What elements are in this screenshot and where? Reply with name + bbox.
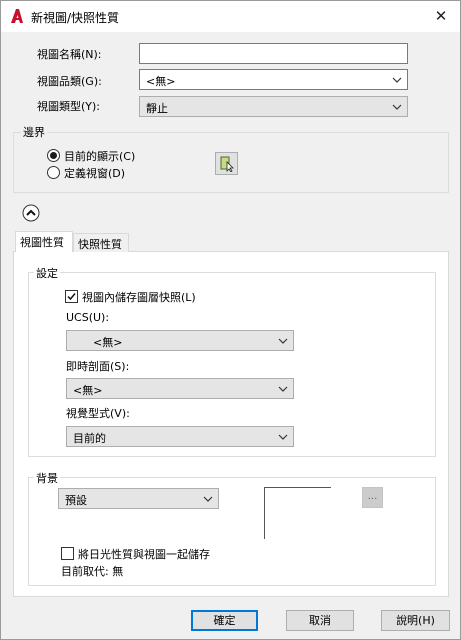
tab-snapshot-properties-label: 快照性質 [78,238,122,251]
checkmark-icon [67,293,76,301]
autocad-app-icon [11,9,23,23]
define-window-radio[interactable] [47,166,60,179]
save-layer-snapshot-checkbox[interactable] [65,290,78,303]
background-value: 預設 [65,494,87,507]
tab-snapshot-properties[interactable]: 快照性質 [73,233,129,252]
close-icon[interactable]: ✕ [428,5,454,27]
ucs-label: UCS(U): [66,311,110,324]
chevron-down-icon [278,338,288,344]
ucs-value: <無> [93,336,123,349]
view-name-label: 視圖名稱(N): [37,48,102,61]
chevron-down-icon [203,496,213,502]
visual-style-value: 目前的 [73,432,106,445]
chevron-down-icon [278,434,288,440]
background-dropdown[interactable]: 預設 [58,488,219,509]
pick-window-button[interactable] [215,152,238,175]
current-display-radio[interactable] [47,149,60,162]
save-layer-snapshot-label[interactable]: 視圖內儲存圖層快照(L) [82,289,196,305]
live-section-value: <無> [73,384,103,397]
save-sun-label[interactable]: 將日光性質與視圖一起儲存 [78,546,210,562]
background-browse-button[interactable]: ... [362,487,383,508]
view-name-input[interactable] [139,43,408,64]
background-title: 背景 [34,470,60,486]
new-view-dialog: 新視圖/快照性質 ✕ 視圖名稱(N): 視圖品類(G): <無> 視圖類型(Y)… [0,0,461,640]
settings-title: 設定 [34,265,60,281]
define-window-label[interactable]: 定義視窗(D) [64,165,125,181]
chevron-down-icon [392,104,402,110]
window-title: 新視圖/快照性質 [31,11,120,25]
background-preview [264,487,331,539]
save-sun-checkbox[interactable] [61,547,74,560]
view-category-label: 視圖品類(G): [37,75,102,88]
current-override-text: 目前取代: 無 [61,565,124,578]
help-button[interactable]: 說明(H) [381,610,450,631]
chevron-down-icon [392,77,402,83]
ok-button[interactable]: 確定 [191,610,258,631]
pick-window-icon [220,156,234,172]
view-type-value: 靜止 [146,102,168,115]
view-type-dropdown[interactable]: 靜止 [139,96,408,117]
ucs-dropdown[interactable]: <無> [66,330,294,351]
view-category-dropdown[interactable]: <無> [139,69,408,90]
tab-view-properties[interactable]: 視圖性質 [15,231,73,252]
live-section-dropdown[interactable]: <無> [66,378,294,399]
visual-style-label: 視覺型式(V): [66,407,130,420]
live-section-label: 即時剖面(S): [66,360,130,373]
collapse-up-icon[interactable] [22,204,40,222]
current-display-label[interactable]: 目前的顯示(C) [64,148,135,164]
chevron-down-icon [278,386,288,392]
tab-view-properties-label: 視圖性質 [20,236,64,249]
boundary-title: 邊界 [21,124,47,140]
cancel-button[interactable]: 取消 [286,610,354,631]
title-bar: 新視圖/快照性質 ✕ [1,1,460,32]
view-category-value: <無> [146,75,176,88]
visual-style-dropdown[interactable]: 目前的 [66,426,294,447]
view-type-label: 視圖類型(Y): [37,100,101,113]
